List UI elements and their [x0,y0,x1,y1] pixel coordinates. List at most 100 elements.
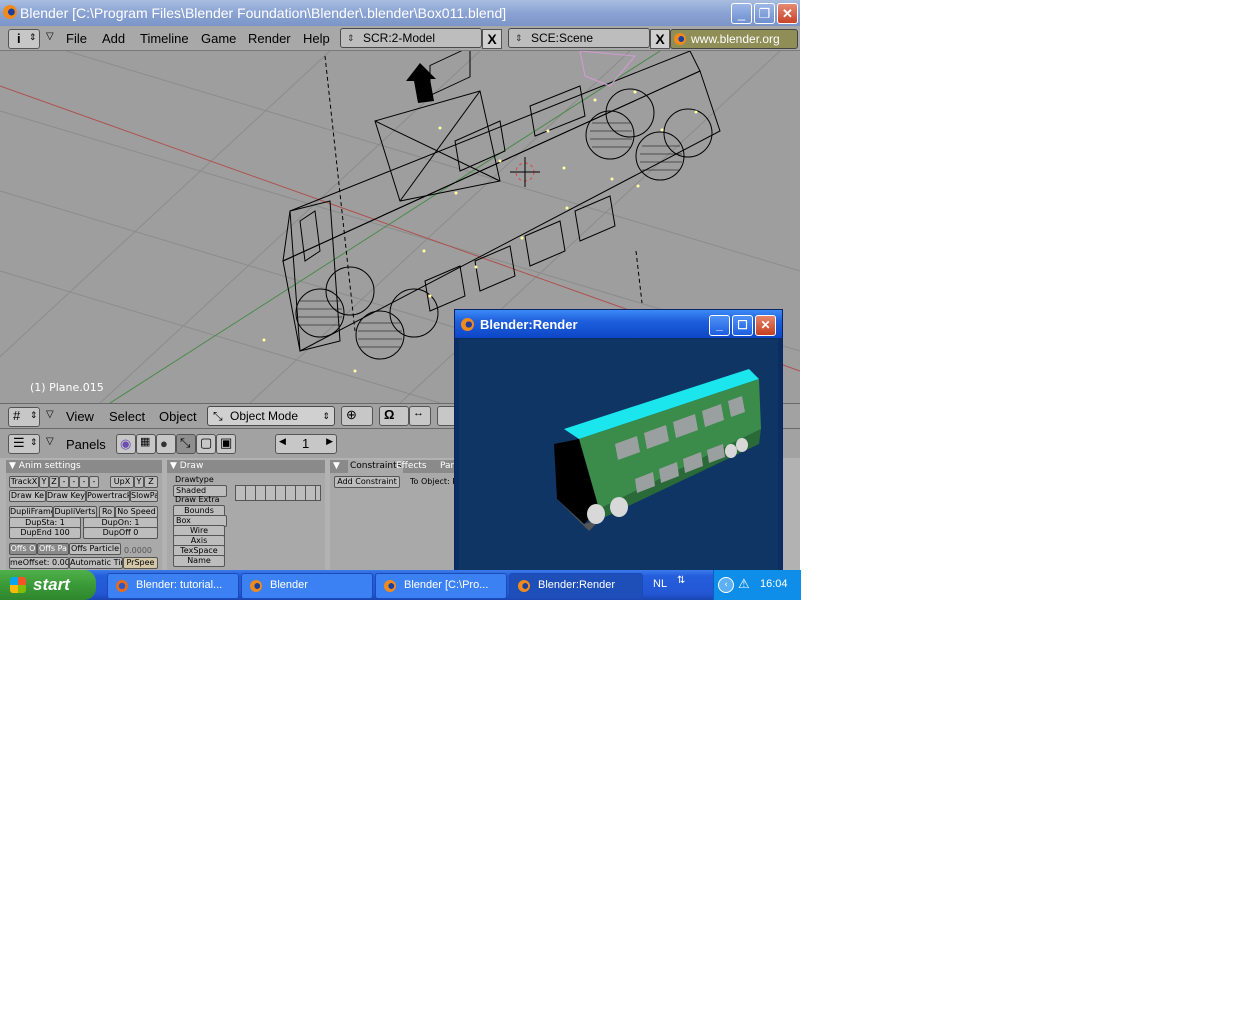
menu-render[interactable]: Render [248,31,291,46]
buttons-window-icon: ☰ [13,435,25,450]
object-axis-icon: ⤡ [180,435,191,450]
collapse-triangle-icon[interactable]: ▽ [46,409,54,420]
arrow-left-icon: ◀ [279,436,286,446]
frame-number-field[interactable]: ◀ 1 ▶ [275,434,337,454]
collapse-triangle-icon: ▼ [170,461,177,471]
taskbar-item-blender-file[interactable]: Blender [C:\Pro... [375,573,507,599]
taskbar-item-blender-render[interactable]: Blender:Render [509,573,643,599]
dupoff-field[interactable]: DupOff 0 [83,527,158,539]
upz-button[interactable]: Z [144,476,158,488]
menu-file[interactable]: File [66,31,87,46]
manipulator-button[interactable]: ↔ [409,406,431,426]
restore-button[interactable]: ❐ [754,3,775,24]
offs-particle-button[interactable]: Offs Particle [69,543,121,555]
menu-game[interactable]: Game [201,31,236,46]
prspeed-button[interactable]: PrSpee [123,557,158,569]
blender-logo-icon [250,580,262,592]
trackx-button[interactable]: TrackX [9,476,39,488]
safely-remove-icon[interactable]: ⚠ [738,577,750,592]
panels-label: Panels [66,437,106,452]
render-minimize-button[interactable]: _ [709,315,730,336]
blender-logo-icon [384,580,396,592]
script-context-button[interactable]: ▦ [136,434,156,454]
minimize-button[interactable]: _ [731,3,752,24]
track-negy-button[interactable]: - [69,476,79,488]
screen-selector[interactable]: ⇕ SCR:2-Model [340,28,482,48]
updown-arrow-icon: ⇕ [30,410,38,420]
view3d-type-button[interactable]: # ⇕ [8,407,40,427]
clock: 16:04 [760,578,788,590]
draw-panel: ▼ Draw Drawtype Shaded Draw Extra Bounds… [167,460,325,570]
maximize-icon: ☐ [737,318,748,332]
menu-add[interactable]: Add [102,31,125,46]
scene-context-button[interactable]: ▣ [216,434,236,454]
grid-icon: # [13,408,21,423]
render-maximize-button[interactable]: ☐ [732,315,753,336]
collapse-triangle-icon[interactable]: ▽ [46,31,54,42]
blender-logo-icon [461,318,474,331]
language-indicator[interactable]: NL [653,578,667,590]
network-icon[interactable]: ⇅ [677,575,685,586]
taskbar-item-firefox[interactable]: Blender: tutorial... [107,573,239,599]
system-tray: ‹ ⚠ 16:04 [713,570,801,600]
drawtype-label: Drawtype [175,475,214,484]
slowpar-button[interactable]: SlowPa [130,490,158,502]
delete-screen-button[interactable]: X [482,29,502,49]
panel-title: Draw [179,461,204,471]
blender-website-link[interactable]: www.blender.org [670,29,798,49]
powertrack-button[interactable]: Powertrack [86,490,130,502]
blender-logo-icon [518,580,530,592]
render-window-title: Blender:Render [480,317,578,332]
track-negx-button[interactable]: - [59,476,69,488]
menu-help[interactable]: Help [303,31,330,46]
automatic-time-button[interactable]: Automatic Tim [69,557,123,569]
pivot-button[interactable]: Ω [379,406,409,426]
panel-header[interactable]: ▼ Draw [167,460,325,473]
upy-button[interactable]: Y [134,476,144,488]
info-window-type-button[interactable]: i ⇕ [8,29,40,49]
layer-buttons[interactable] [235,485,321,501]
draw-key-button[interactable]: Draw Ke [9,490,46,502]
start-button[interactable]: start [0,570,96,600]
updown-arrow-icon: ⇕ [515,33,523,43]
upx-button[interactable]: UpX [110,476,134,488]
draw-type-button[interactable]: ⊕ [341,406,373,426]
menu-object[interactable]: Object [159,409,197,424]
mode-selector[interactable]: ⤡ Object Mode ⇕ [207,406,335,426]
editing-context-button[interactable]: ▢ [196,434,216,454]
tracky-button[interactable]: Y [39,476,49,488]
shading-context-button[interactable]: ● [156,434,176,454]
anim-settings-panel: ▼ Anim settings TrackX Y Z - - - - UpX Y… [6,460,162,570]
info-menubar: i ⇕ ▽ File Add Timeline Game Render Help… [0,26,800,51]
close-button[interactable]: ✕ [777,3,798,24]
menu-view[interactable]: View [66,409,94,424]
track-negz-button[interactable]: - [79,476,89,488]
taskbar: start Blender: tutorial... Blender Blend… [0,570,801,600]
panel-header[interactable]: ▼ Anim settings [6,460,162,473]
logic-context-button[interactable]: ◉ [116,434,136,454]
draw-key-sel-button[interactable]: Draw Key [46,490,86,502]
delete-scene-button[interactable]: X [650,29,670,49]
taskbar-item-blender[interactable]: Blender [241,573,373,599]
menu-timeline[interactable]: Timeline [140,31,189,46]
dupend-field[interactable]: DupEnd 100 [9,527,81,539]
firefox-icon [116,580,128,592]
collapse-triangle-icon[interactable]: ▼ [333,461,340,471]
tab-particles[interactable]: Par [440,460,454,473]
render-close-button[interactable]: ✕ [755,315,776,336]
time-offset-field[interactable]: meOffset: 0.00 [9,557,69,569]
name-button[interactable]: Name [173,555,225,567]
object-context-button[interactable]: ⤡ [176,434,196,454]
add-constraint-button[interactable]: Add Constraint [334,476,400,488]
offs-par-button[interactable]: Offs Pa [37,543,69,555]
blender-main-window: Blender [C:\Program Files\Blender Founda… [0,0,800,570]
tray-expand-icon[interactable]: ‹ [718,577,734,593]
collapse-triangle-icon[interactable]: ▽ [46,436,54,447]
trackz-button[interactable]: Z [49,476,59,488]
track-extra-button[interactable]: - [89,476,99,488]
menu-select[interactable]: Select [109,409,145,424]
offs-ob-button[interactable]: Offs O [9,543,37,555]
scene-selector[interactable]: ⇕ SCE:Scene [508,28,650,48]
buttons-type-button[interactable]: ☰ ⇕ [8,434,40,454]
tab-effects[interactable]: Effects [396,460,427,473]
